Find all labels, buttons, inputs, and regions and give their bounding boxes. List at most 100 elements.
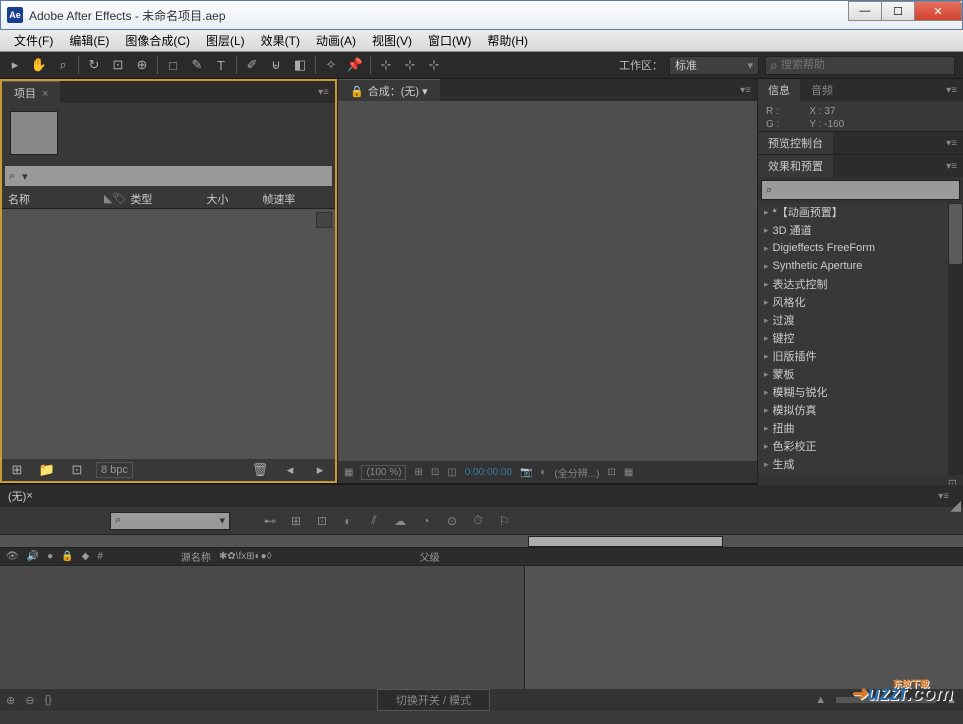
effect-category[interactable]: 蒙板 bbox=[758, 365, 963, 383]
solo-icon[interactable]: ● bbox=[47, 551, 53, 562]
roi-icon[interactable]: ⊡ bbox=[607, 467, 615, 478]
menu-window[interactable]: 窗口(W) bbox=[420, 30, 479, 51]
grid-icon[interactable]: ⊡ bbox=[431, 467, 439, 478]
flag-icon[interactable]: ⚐ bbox=[494, 511, 514, 531]
maximize-button[interactable]: ☐ bbox=[881, 1, 915, 21]
comp-tab[interactable]: 🔒合成：(无) ▾ bbox=[338, 79, 440, 102]
shape-tool-icon[interactable]: □ bbox=[162, 54, 184, 76]
menu-composition[interactable]: 图像合成(C) bbox=[117, 30, 198, 51]
eraser-tool-icon[interactable]: ◧ bbox=[289, 54, 311, 76]
effect-category[interactable]: 过渡 bbox=[758, 311, 963, 329]
effect-category[interactable]: 模糊与锐化 bbox=[758, 383, 963, 401]
frame-blend-icon[interactable]: ⊡ bbox=[312, 511, 332, 531]
preview-tab[interactable]: 预览控制台 bbox=[758, 132, 833, 154]
toggle-switches-icon[interactable]: ⊕ bbox=[6, 694, 15, 707]
camera-tool-icon[interactable]: ⊡ bbox=[107, 54, 129, 76]
expand-icon[interactable]: {} bbox=[44, 694, 51, 706]
hand-tool-icon[interactable]: ✋ bbox=[28, 54, 50, 76]
toggle-modes-icon[interactable]: ⊖ bbox=[25, 694, 34, 707]
mask-icon[interactable]: ◫ bbox=[447, 467, 456, 478]
col-rate[interactable]: 帧速率 bbox=[262, 191, 295, 207]
view-axis-icon[interactable]: ⊹ bbox=[423, 54, 445, 76]
effect-category[interactable]: 模拟仿真 bbox=[758, 401, 963, 419]
switches-icon[interactable]: ✱✿\fx⊞◐●◊ bbox=[219, 551, 272, 562]
effect-category[interactable]: Synthetic Aperture bbox=[758, 257, 963, 275]
effects-search[interactable] bbox=[761, 180, 960, 200]
col-size[interactable]: 大小 bbox=[206, 191, 262, 207]
pan-behind-tool-icon[interactable]: ⊕ bbox=[131, 54, 153, 76]
effect-category[interactable]: 风格化 bbox=[758, 293, 963, 311]
eye-icon[interactable]: 👁 bbox=[6, 551, 19, 562]
col-name[interactable]: 名称 bbox=[8, 191, 104, 207]
pen-tool-icon[interactable]: ✎ bbox=[186, 54, 208, 76]
draft-3d-icon[interactable]: ⊞ bbox=[286, 511, 306, 531]
help-search[interactable] bbox=[765, 56, 955, 75]
world-axis-icon[interactable]: ⊹ bbox=[399, 54, 421, 76]
rotate-tool-icon[interactable]: ↻ bbox=[83, 54, 105, 76]
menu-layer[interactable]: 图层(L) bbox=[198, 30, 253, 51]
effect-category[interactable]: *【动画预置】 bbox=[758, 203, 963, 221]
comp-mini-icon[interactable]: ⊷ bbox=[260, 511, 280, 531]
col-type[interactable]: 类型 bbox=[130, 191, 206, 207]
scroll-right-icon[interactable]: ▸ bbox=[309, 459, 331, 481]
zoom-in-icon[interactable]: ▲ bbox=[815, 694, 826, 706]
flowchart-icon[interactable] bbox=[316, 212, 332, 228]
selection-tool-icon[interactable]: ▸ bbox=[4, 54, 26, 76]
panel-menu-icon[interactable]: ▾≡ bbox=[312, 87, 335, 98]
project-list[interactable] bbox=[2, 209, 335, 459]
always-preview-icon[interactable]: ▦ bbox=[344, 467, 353, 478]
parent-col[interactable]: 父级 bbox=[420, 549, 440, 564]
audio-tab[interactable]: 音频 bbox=[801, 79, 843, 101]
roto-tool-icon[interactable]: ✧ bbox=[320, 54, 342, 76]
speaker-icon[interactable]: 🔊 bbox=[27, 551, 39, 562]
menu-effect[interactable]: 效果(T) bbox=[253, 30, 308, 51]
bpc-button[interactable]: 8 bpc bbox=[96, 462, 133, 478]
puppet-tool-icon[interactable]: 📌 bbox=[344, 54, 366, 76]
effects-tab[interactable]: 效果和预置 bbox=[758, 155, 833, 177]
new-folder-icon[interactable]: 📁 bbox=[36, 459, 58, 481]
timeline-body[interactable] bbox=[0, 566, 963, 689]
project-search[interactable] bbox=[4, 165, 333, 187]
effect-category[interactable]: 色彩校正 bbox=[758, 437, 963, 455]
menu-animation[interactable]: 动画(A) bbox=[308, 30, 364, 51]
lock-icon[interactable]: 🔒 bbox=[350, 86, 364, 98]
effect-category[interactable]: 扭曲 bbox=[758, 419, 963, 437]
panel-menu-icon[interactable]: ▾≡ bbox=[940, 138, 963, 149]
transparency-icon[interactable]: ▦ bbox=[624, 467, 633, 478]
timecode[interactable]: 0:00:00:00 bbox=[465, 467, 512, 478]
resolution-icon[interactable]: ⊞ bbox=[414, 467, 422, 478]
auto-keyframe-icon[interactable]: ◔ bbox=[416, 511, 436, 531]
work-area[interactable] bbox=[528, 536, 723, 547]
zoom-tool-icon[interactable]: ⌕ bbox=[52, 54, 74, 76]
motion-blur-icon[interactable]: ◐ bbox=[338, 511, 358, 531]
scroll-left-icon[interactable]: ◂ bbox=[279, 459, 301, 481]
panel-menu-icon[interactable]: ▾≡ bbox=[734, 85, 757, 96]
source-name-col[interactable]: 源名称 bbox=[181, 549, 211, 564]
menu-edit[interactable]: 编辑(E) bbox=[61, 30, 117, 51]
text-tool-icon[interactable]: T bbox=[210, 54, 232, 76]
effect-category[interactable]: 表达式控制 bbox=[758, 275, 963, 293]
info-tab[interactable]: 信息 bbox=[758, 79, 800, 101]
minimize-button[interactable]: — bbox=[848, 1, 882, 21]
effect-category[interactable]: Digieffects FreeForm bbox=[758, 239, 963, 257]
help-search-input[interactable] bbox=[781, 59, 950, 71]
tag-icon[interactable]: ◣🏷 bbox=[104, 192, 126, 205]
delete-icon[interactable]: 🗑 bbox=[249, 459, 271, 481]
switch-mode-button[interactable]: 切换开关 / 模式 bbox=[377, 689, 490, 711]
timeline-search[interactable] bbox=[110, 512, 230, 530]
snapshot-icon[interactable]: 📷 bbox=[520, 467, 532, 478]
local-axis-icon[interactable]: ⊹ bbox=[375, 54, 397, 76]
menu-help[interactable]: 帮助(H) bbox=[479, 30, 536, 51]
effect-category[interactable]: 键控 bbox=[758, 329, 963, 347]
new-comp-icon[interactable]: ⊡ bbox=[66, 459, 88, 481]
brainstorm-icon[interactable]: ☁ bbox=[390, 511, 410, 531]
timer-icon[interactable]: ⏱ bbox=[468, 511, 488, 531]
resize-handle-icon[interactable]: ◢ bbox=[950, 497, 961, 514]
lock-icon[interactable]: 🔒 bbox=[61, 551, 73, 562]
channel-icon[interactable]: ◐ bbox=[540, 467, 546, 478]
timeline-tab[interactable]: (无) bbox=[8, 488, 26, 504]
project-tab[interactable]: 项目 bbox=[2, 81, 60, 104]
menu-view[interactable]: 视图(V) bbox=[364, 30, 420, 51]
effect-category[interactable]: 3D 通道 bbox=[758, 221, 963, 239]
graph-icon[interactable]: ⫽ bbox=[364, 511, 384, 531]
